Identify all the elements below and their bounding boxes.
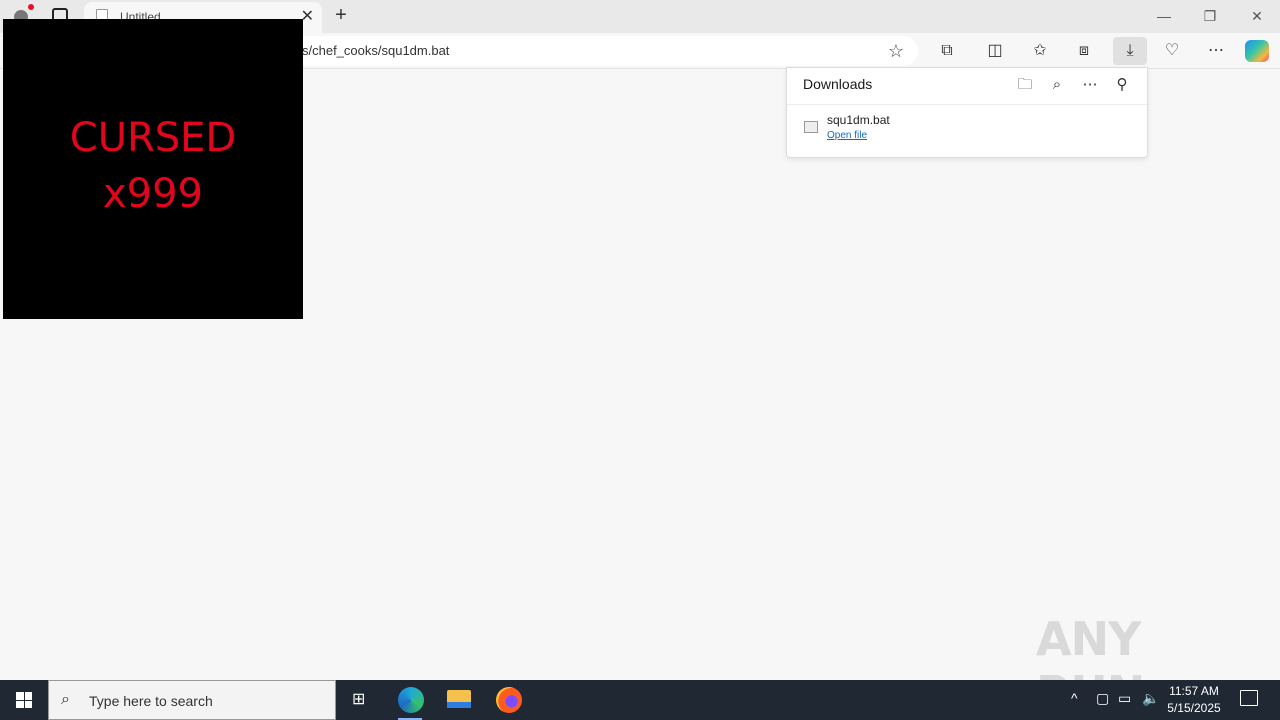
task-view-icon: ⊞ xyxy=(352,691,366,708)
date: 5/15/2025 xyxy=(1167,701,1221,715)
file-explorer-button[interactable] xyxy=(435,680,483,720)
count-text: x999 xyxy=(102,171,204,217)
divider xyxy=(787,104,1147,105)
search-placeholder: Type here to search xyxy=(89,693,213,709)
taskbar: ⌕ Type here to search ⊞ ^ ▢ ▭ 🔈 11:57 AM… xyxy=(0,680,1280,720)
device-icon[interactable]: ▢ xyxy=(1096,690,1109,707)
firefox-button[interactable] xyxy=(484,680,532,720)
windows-icon xyxy=(16,692,32,708)
chevron-up-icon[interactable]: ^ xyxy=(1071,690,1078,706)
open-folder-icon[interactable]: 🗀 xyxy=(1014,74,1036,96)
notification-icon[interactable] xyxy=(1240,690,1258,706)
address-bar[interactable]: s/chef_cooks/squ1dm.bat ☆ xyxy=(290,36,918,66)
taskbar-search[interactable]: ⌕ Type here to search xyxy=(48,680,336,720)
clock[interactable]: 11:57 AM 5/15/2025 xyxy=(1162,683,1226,717)
browser-essentials-icon[interactable]: ♡ xyxy=(1158,37,1186,65)
collections-icon[interactable]: ⧈ xyxy=(1070,37,1098,65)
volume-icon[interactable]: 🔈 xyxy=(1142,690,1159,707)
time: 11:57 AM xyxy=(1169,684,1219,698)
close-window-button[interactable]: ✕ xyxy=(1247,6,1267,26)
minimize-button[interactable]: — xyxy=(1154,6,1174,26)
extensions-icon[interactable]: ⧉ xyxy=(933,37,961,65)
new-tab-button[interactable]: + xyxy=(331,5,351,25)
pin-icon[interactable]: ⚲ xyxy=(1111,74,1133,96)
edge-taskbar-button[interactable] xyxy=(386,680,434,720)
more-options-icon[interactable]: ⋯ xyxy=(1079,74,1101,96)
restore-button[interactable]: ❐ xyxy=(1200,6,1220,26)
firefox-icon xyxy=(496,687,522,713)
downloads-icon[interactable]: ⤓ xyxy=(1113,37,1147,65)
watermark: ANY RUN xyxy=(1036,612,1145,720)
search-icon: ⌕ xyxy=(61,691,70,708)
task-view-button[interactable]: ⊞ xyxy=(336,680,384,720)
file-icon xyxy=(804,121,818,133)
more-icon[interactable]: ⋯ xyxy=(1202,37,1230,65)
cursed-overlay: CURSED x999 xyxy=(3,19,303,319)
cursed-text: CURSED xyxy=(69,115,237,161)
favorite-star-icon[interactable]: ☆ xyxy=(888,41,904,62)
download-file-name[interactable]: squ1dm.bat xyxy=(827,113,890,127)
downloads-panel: Downloads 🗀 ⌕ ⋯ ⚲ squ1dm.bat Open file xyxy=(786,67,1148,158)
favorites-icon[interactable]: ✩ xyxy=(1026,37,1054,65)
copilot-icon[interactable] xyxy=(1245,40,1269,62)
edge-icon xyxy=(398,687,424,713)
downloads-title: Downloads xyxy=(803,76,873,92)
network-icon[interactable]: ▭ xyxy=(1118,690,1131,707)
split-screen-icon[interactable]: ◫ xyxy=(981,37,1009,65)
folder-icon xyxy=(447,690,471,708)
search-icon[interactable]: ⌕ xyxy=(1046,74,1068,96)
start-button[interactable] xyxy=(0,680,48,720)
url-text: s/chef_cooks/squ1dm.bat xyxy=(302,43,450,58)
open-file-link[interactable]: Open file xyxy=(827,130,867,141)
